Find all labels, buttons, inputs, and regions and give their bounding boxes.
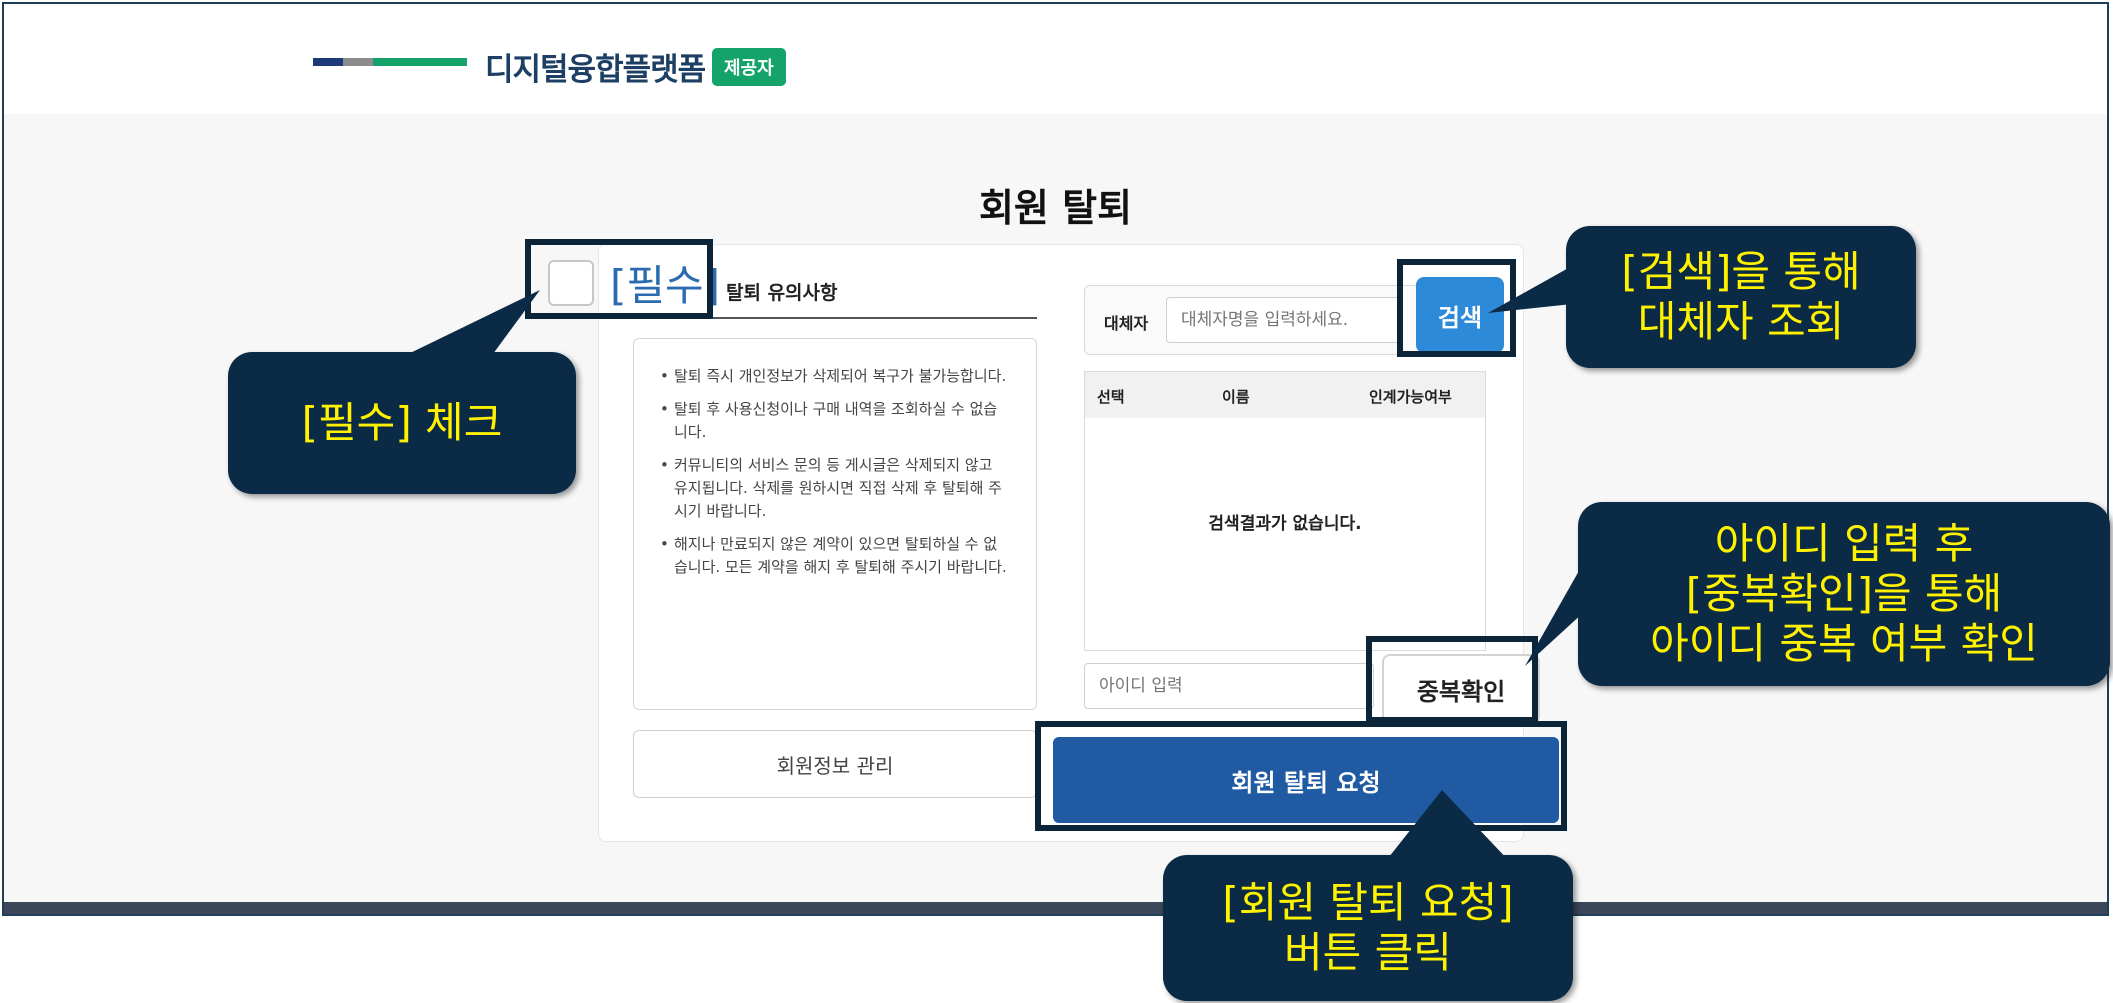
callout-duplicate-line3: 아이디 중복 여부 확인: [1650, 619, 2038, 668]
callout-search: [검색]을 통해 대체자 조회: [1566, 226, 1916, 368]
callout-withdraw-line2: 버튼 클릭: [1284, 928, 1452, 977]
callout-duplicate-line2: [중복확인]을 통해: [1685, 569, 2003, 618]
callout-withdraw-line1: [회원 탈퇴 요청]: [1222, 878, 1514, 927]
tail-search: [1488, 266, 1572, 313]
callout-withdraw: [회원 탈퇴 요청] 버튼 클릭: [1163, 855, 1573, 1001]
callout-duplicate: 아이디 입력 후 [중복확인]을 통해 아이디 중복 여부 확인: [1578, 502, 2110, 686]
callout-duplicate-line1: 아이디 입력 후: [1714, 519, 1974, 568]
callout-search-line2: 대체자 조회: [1637, 297, 1845, 346]
callout-required-check: [필수] 체크: [228, 352, 576, 494]
callout-search-line1: [검색]을 통해: [1621, 247, 1861, 296]
tail-duplicate: [1525, 562, 1584, 666]
tail-withdraw: [1385, 790, 1510, 862]
tail-required: [400, 290, 540, 358]
callout-required-text: [필수] 체크: [301, 398, 503, 447]
